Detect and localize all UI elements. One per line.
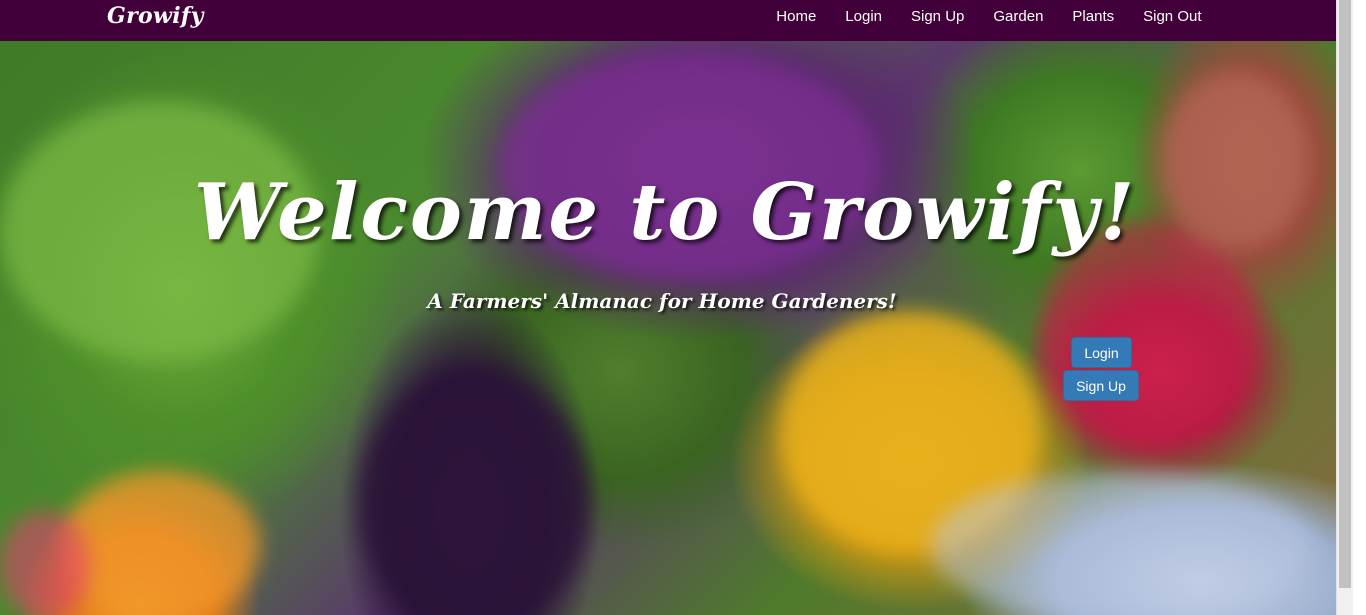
sign-up-button[interactable]: Sign Up <box>1063 370 1139 401</box>
hero-section: Welcome to Growify! A Farmers' Almanac f… <box>0 41 1336 615</box>
hero-title: Welcome to Growify! <box>193 167 1137 258</box>
nav-links: Home Login Sign Up Garden Plants Sign Ou… <box>762 0 1216 32</box>
brand-logo[interactable]: Growify <box>107 3 204 29</box>
top-navbar: Growify Home Login Sign Up Garden Plants… <box>0 0 1336 41</box>
login-button[interactable]: Login <box>1071 337 1132 368</box>
nav-link-plants[interactable]: Plants <box>1058 8 1129 25</box>
nav-link-garden[interactable]: Garden <box>979 8 1058 25</box>
nav-link-login[interactable]: Login <box>831 8 897 25</box>
vertical-scrollbar[interactable] <box>1336 0 1353 615</box>
scrollbar-thumb[interactable] <box>1339 0 1351 588</box>
nav-link-sign-out[interactable]: Sign Out <box>1129 8 1216 25</box>
page-edge <box>1353 0 1366 615</box>
nav-link-sign-up[interactable]: Sign Up <box>897 8 979 25</box>
hero-subtitle: A Farmers' Almanac for Home Gardeners! <box>427 289 897 313</box>
nav-link-home[interactable]: Home <box>762 8 831 25</box>
